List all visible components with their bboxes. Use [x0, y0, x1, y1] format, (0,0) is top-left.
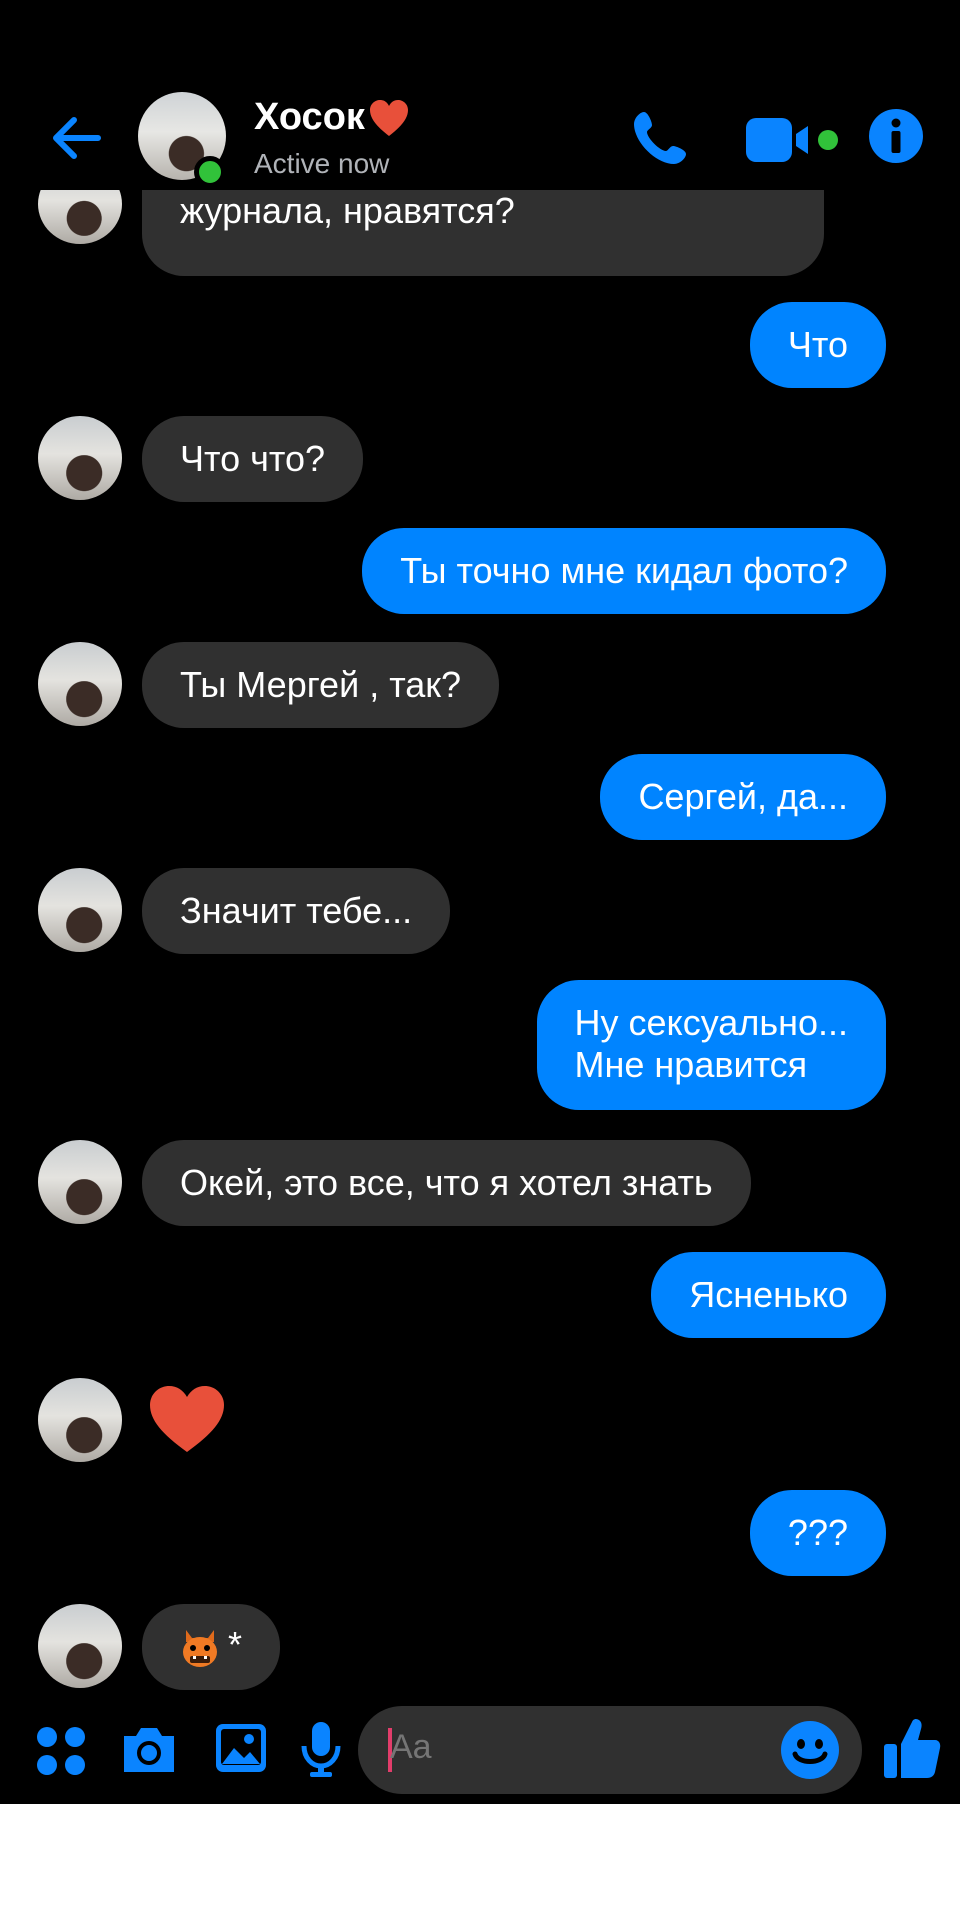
contact-avatar-small[interactable]: [38, 1604, 122, 1688]
contact-avatar-small[interactable]: [38, 1140, 122, 1224]
message-text: Что: [787, 324, 848, 365]
message-text: Ты точно мне кидал фото?: [400, 550, 848, 591]
message-bubble-outgoing[interactable]: Ну сексуально... Мне нравится: [536, 980, 886, 1110]
message-text: Сергей, да...: [638, 776, 848, 817]
chat-header: Хосок Active now: [0, 80, 960, 200]
back-button[interactable]: [48, 110, 104, 166]
message-text: Значит тебе...: [180, 890, 413, 931]
phone-icon: [634, 112, 686, 164]
apps-grid-icon[interactable]: [36, 1726, 86, 1776]
message-bubble-outgoing[interactable]: Что: [749, 302, 886, 388]
message-input-container[interactable]: [358, 1706, 862, 1794]
gallery-icon[interactable]: [214, 1720, 268, 1776]
message-bubble-incoming[interactable]: журнала, нравятся?: [142, 190, 824, 276]
message-text: Ты Мергей , так?: [180, 664, 462, 705]
oni-mask-icon: [183, 1630, 217, 1667]
message-text: ???: [787, 1512, 848, 1553]
thumbs-up-icon[interactable]: [882, 1716, 942, 1780]
heart-icon: [370, 100, 408, 136]
message-text-line: Мне нравится: [574, 1044, 808, 1085]
contact-name[interactable]: Хосок: [254, 96, 365, 139]
contact-status: Active now: [254, 148, 390, 179]
microphone-icon[interactable]: [300, 1720, 342, 1778]
heart-icon[interactable]: [148, 1384, 226, 1454]
message-bubble-outgoing[interactable]: Сергей, да...: [600, 754, 886, 840]
voice-call-button[interactable]: [630, 108, 690, 168]
contact-avatar-small[interactable]: [38, 642, 122, 726]
contact-avatar-small[interactable]: [38, 1378, 122, 1462]
message-bubble-outgoing[interactable]: ???: [749, 1490, 886, 1576]
message-bubble-incoming[interactable]: Что что?: [142, 416, 363, 502]
message-bubble-outgoing[interactable]: Ясненько: [651, 1252, 886, 1338]
info-icon: [869, 109, 923, 163]
video-camera-icon: [746, 118, 838, 162]
message-text-line: Ну сексуально...: [574, 1002, 848, 1043]
contact-avatar-small[interactable]: [38, 868, 122, 952]
message-text: Окей, это все, что я хотел знать: [180, 1162, 713, 1203]
message-bubble-incoming[interactable]: Ты Мергей , так?: [142, 642, 500, 728]
composer-bar: [0, 1700, 960, 1804]
message-input[interactable]: [390, 1728, 770, 1767]
message-bubble-incoming[interactable]: *: [142, 1604, 280, 1690]
message-text: *: [228, 1624, 243, 1665]
emoji-icon[interactable]: [780, 1720, 840, 1780]
info-button[interactable]: [868, 108, 924, 164]
message-bubble-outgoing[interactable]: Ты точно мне кидал фото?: [362, 528, 886, 614]
chat-screen: Хосок Active now журнала, нравятся? Что …: [0, 0, 960, 1804]
message-text: Что что?: [180, 438, 325, 479]
message-text: журнала, нравятся?: [180, 190, 515, 231]
message-bubble-incoming[interactable]: Значит тебе...: [142, 868, 451, 954]
arrow-left-icon: [53, 117, 101, 159]
active-status-dot: [194, 156, 226, 188]
message-bubble-incoming[interactable]: Окей, это все, что я хотел знать: [142, 1140, 751, 1226]
contact-avatar-small[interactable]: [38, 416, 122, 500]
video-call-button[interactable]: [744, 112, 844, 168]
message-text: Ясненько: [689, 1274, 848, 1315]
camera-icon[interactable]: [120, 1722, 178, 1776]
